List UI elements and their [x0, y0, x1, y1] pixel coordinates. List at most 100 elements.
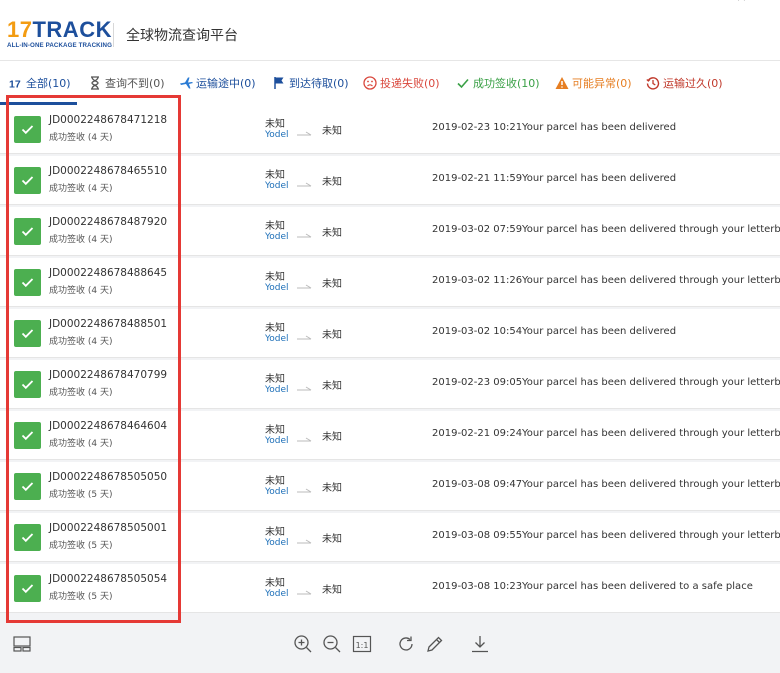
delivery-status: 成功签收 (4 天): [49, 337, 113, 347]
origin-country: 未知: [265, 476, 285, 487]
delivered-check-icon[interactable]: [14, 524, 41, 551]
delivered-check-icon[interactable]: [14, 473, 41, 500]
delivery-status: 成功签收 (4 天): [49, 439, 113, 449]
delivery-status: 成功签收 (4 天): [49, 388, 113, 398]
destination-country: 未知: [322, 432, 342, 443]
header-divider: [113, 23, 114, 47]
hourglass-icon: [88, 76, 102, 90]
window-close-icon[interactable]: ×: [736, 0, 747, 5]
carrier-link[interactable]: Yodel: [265, 283, 289, 293]
tab-delivery-failed[interactable]: 投递失败(0): [363, 61, 440, 105]
tracking-number[interactable]: JD0002248678505050: [49, 471, 167, 483]
package-row[interactable]: JD0002248678488645 成功签收 (4 天) 未知 Yodel 未…: [0, 258, 780, 307]
carrier-link[interactable]: Yodel: [265, 385, 289, 395]
origin-country: 未知: [265, 170, 285, 181]
status-tabs: 17 全部(10) 查询不到(0) 运输途中(0) 到达待取(0) 投递失败(0…: [0, 60, 780, 106]
package-row[interactable]: JD0002248678505054 成功签收 (5 天) 未知 Yodel 未…: [0, 564, 780, 613]
delivery-status: 成功签收 (4 天): [49, 184, 113, 194]
carrier-link[interactable]: Yodel: [265, 181, 289, 191]
tab-not-found[interactable]: 查询不到(0): [88, 61, 165, 105]
delivered-check-icon[interactable]: [14, 218, 41, 245]
tracking-number[interactable]: JD0002248678471218: [49, 114, 167, 126]
tab-label: 到达待取(0): [289, 77, 349, 90]
carrier-link[interactable]: Yodel: [265, 334, 289, 344]
package-row[interactable]: JD0002248678505001 成功签收 (5 天) 未知 Yodel 未…: [0, 513, 780, 562]
carrier-link[interactable]: Yodel: [265, 487, 289, 497]
zoom-in-icon[interactable]: [293, 634, 313, 654]
download-icon[interactable]: [470, 634, 490, 654]
delivered-check-icon[interactable]: [14, 116, 41, 143]
carrier-link[interactable]: Yodel: [265, 589, 289, 599]
carrier-link[interactable]: Yodel: [265, 538, 289, 548]
destination-country: 未知: [322, 330, 342, 341]
origin-country: 未知: [265, 578, 285, 589]
carrier-link[interactable]: Yodel: [265, 130, 289, 140]
route-arrow-icon: [297, 378, 313, 391]
delivered-check-icon[interactable]: [14, 575, 41, 602]
clock-history-icon: [646, 76, 660, 90]
tracking-number[interactable]: JD0002248678505054: [49, 573, 167, 585]
package-row[interactable]: JD0002248678464604 成功签收 (4 天) 未知 Yodel 未…: [0, 411, 780, 460]
tracking-number[interactable]: JD0002248678488501: [49, 318, 167, 330]
package-row[interactable]: JD0002248678470799 成功签收 (4 天) 未知 Yodel 未…: [0, 360, 780, 409]
tab-transit-too-long[interactable]: 运输过久(0): [646, 61, 723, 105]
sad-face-icon: [363, 76, 377, 90]
event-message: Your parcel has been delivered through y…: [522, 377, 780, 388]
event-time: 2019-02-23 09:05: [432, 377, 523, 388]
actual-size-icon[interactable]: 1:1: [352, 634, 372, 654]
app-header: 17TRACK ALL-IN-ONE PACKAGE TRACKING 全球物流…: [0, 10, 780, 60]
bottom-toolbar: 1:1: [0, 626, 780, 673]
tab-label: 查询不到(0): [105, 77, 165, 90]
rotate-icon[interactable]: [396, 634, 416, 654]
destination-country: 未知: [322, 585, 342, 596]
event-message: Your parcel has been delivered: [522, 122, 677, 133]
tracking-number[interactable]: JD0002248678487920: [49, 216, 167, 228]
delivered-check-icon[interactable]: [14, 269, 41, 296]
package-row[interactable]: JD0002248678465510 成功签收 (4 天) 未知 Yodel 未…: [0, 156, 780, 205]
destination-country: 未知: [322, 381, 342, 392]
event-time: 2019-03-02 11:26: [432, 275, 523, 286]
origin-country: 未知: [265, 374, 285, 385]
event-time: 2019-03-08 09:55: [432, 530, 523, 541]
origin-country: 未知: [265, 119, 285, 130]
event-time: 2019-02-21 09:24: [432, 428, 523, 439]
event-time: 2019-03-08 09:47: [432, 479, 523, 490]
package-row[interactable]: JD0002248678487920 成功签收 (4 天) 未知 Yodel 未…: [0, 207, 780, 256]
route-arrow-icon: [297, 480, 313, 493]
delivery-status: 成功签收 (4 天): [49, 235, 113, 245]
tracking-number[interactable]: JD0002248678488645: [49, 267, 167, 279]
package-row[interactable]: JD0002248678505050 成功签收 (5 天) 未知 Yodel 未…: [0, 462, 780, 511]
delivered-check-icon[interactable]: [14, 371, 41, 398]
route-arrow-icon: [297, 327, 313, 340]
tab-label: 全部(10): [26, 77, 71, 90]
tab-all[interactable]: 17 全部(10): [9, 61, 71, 105]
delivery-status: 成功签收 (4 天): [49, 286, 113, 296]
tab-arrived-pickup[interactable]: 到达待取(0): [272, 61, 349, 105]
carrier-link[interactable]: Yodel: [265, 436, 289, 446]
edit-pencil-icon[interactable]: [425, 634, 445, 654]
tracking-number[interactable]: JD0002248678464604: [49, 420, 167, 432]
event-message: Your parcel has been delivered to a safe…: [522, 581, 753, 592]
route-arrow-icon: [297, 276, 313, 289]
route-arrow-icon: [297, 582, 313, 595]
delivery-status: 成功签收 (5 天): [49, 541, 113, 551]
tab-label: 运输途中(0): [196, 77, 256, 90]
tracking-number[interactable]: JD0002248678465510: [49, 165, 167, 177]
warning-icon: [555, 76, 569, 90]
delivered-check-icon[interactable]: [14, 167, 41, 194]
carrier-link[interactable]: Yodel: [265, 232, 289, 242]
tracking-number[interactable]: JD0002248678505001: [49, 522, 167, 534]
route-arrow-icon: [297, 225, 313, 238]
delivered-check-icon[interactable]: [14, 422, 41, 449]
tab-possible-exception[interactable]: 可能异常(0): [555, 61, 632, 105]
layout-toggle-icon[interactable]: [12, 634, 32, 654]
delivery-status: 成功签收 (5 天): [49, 490, 113, 500]
zoom-out-icon[interactable]: [322, 634, 342, 654]
delivered-check-icon[interactable]: [14, 320, 41, 347]
package-row[interactable]: JD0002248678471218 成功签收 (4 天) 未知 Yodel 未…: [0, 105, 780, 154]
tab-in-transit[interactable]: 运输途中(0): [179, 61, 256, 105]
17track-logo[interactable]: 17TRACK ALL-IN-ONE PACKAGE TRACKING: [7, 19, 112, 59]
tracking-number[interactable]: JD0002248678470799: [49, 369, 167, 381]
tab-delivered[interactable]: 成功签收(10): [456, 61, 540, 105]
package-row[interactable]: JD0002248678488501 成功签收 (4 天) 未知 Yodel 未…: [0, 309, 780, 358]
